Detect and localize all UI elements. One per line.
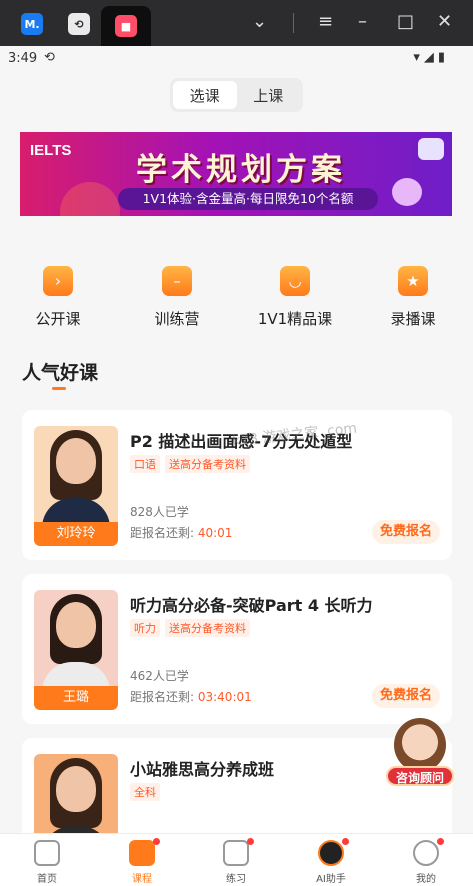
book-icon [223,838,254,866]
minimize-icon[interactable]: – [358,11,367,33]
promo-banner[interactable]: IELTS 学术规划方案 1V1体验·含金量高·每日限免10个名额 [20,132,452,216]
banner-title: 学术规划方案 [136,152,346,188]
teacher-face [56,766,96,812]
nav-label: 首页 [37,874,57,885]
countdown: 03:40:01 [197,690,252,704]
chat-icon: ◡ [280,266,310,296]
emulator-top-bar: M. ⟲ ■ ⌄ ≡ – □ ✕ [0,0,473,46]
badge-dot [247,838,254,845]
course-tag: 听力 [130,619,160,637]
robot-icon [318,838,349,866]
nav-course[interactable]: 课程 [112,838,172,885]
battery-icon: ▮ [437,50,445,65]
banner-logo: IELTS [30,142,72,159]
category-recorded[interactable]: ★ 录播课 [363,266,463,329]
course-tag: 口语 [130,455,160,473]
consult-label: 咨询顾问 [386,766,454,786]
play-icon: › [43,266,73,296]
status-bar: 3:49 ⟲ ▾ ◢ ▮ [0,46,473,72]
banner-decoration [60,182,120,216]
sync-icon: ⟲ [44,50,55,65]
sync-app-icon[interactable]: ⟲ [68,13,90,35]
remaining-time: 距报名还剩: 03:40:01 [130,688,252,705]
course-tags: 听力 送高分备考资料 [130,619,250,637]
remaining-time: 距报名还剩: 40:01 [130,524,232,541]
category-label: 录播课 [390,310,436,328]
category-1v1[interactable]: ◡ 1V1精品课 [245,266,345,329]
section-title: 人气好课 [22,362,99,384]
status-time: 3:49 [8,51,38,66]
nav-label: 课程 [132,874,152,885]
segment-attend-class[interactable]: 上课 [237,81,301,109]
course-tag: 送高分备考资料 [165,455,250,473]
menu-icon[interactable]: ≡ [318,11,333,33]
chevron-down-icon[interactable]: ⌄ [252,11,267,33]
signal-icon: ◢ [423,50,434,65]
chat-bubble-icon [418,138,444,160]
teacher-photo: 刘玲玲 [34,426,118,546]
course-title: P2 描述出画面感-7分无处遁型 [130,432,353,451]
nav-practice[interactable]: 练习 [206,838,266,885]
nav-label: AI助手 [316,874,346,885]
course-tag: 送高分备考资料 [165,619,250,637]
divider [293,13,294,33]
remaining-label: 距报名还剩: [130,526,198,540]
course-tags: 口语 送高分备考资料 [130,455,250,473]
profile-icon [413,838,444,866]
course-tag: 全科 [130,783,160,801]
nav-profile[interactable]: 我的 [396,838,456,885]
wifi-icon: ▾ [413,50,420,65]
active-app-icon[interactable]: ■ [115,15,137,37]
nav-home[interactable]: 首页 [17,840,77,885]
bottom-nav: 首页 课程 练习 AI助手 我的 [0,833,473,886]
remaining-label: 距报名还剩: [130,690,198,704]
countdown: 40:01 [197,526,233,540]
course-card[interactable]: 刘玲玲 P2 描述出画面感-7分无处遁型 口语 送高分备考资料 828人已学 距… [22,410,452,560]
teacher-face [56,438,96,484]
nav-label: 我的 [416,874,436,885]
course-card[interactable]: 王璐 听力高分必备-突破Part 4 长听力 听力 送高分备考资料 462人已学… [22,574,452,724]
star-icon: ★ [398,266,428,296]
nav-label: 练习 [226,874,246,885]
teacher-name: 刘玲玲 [34,522,118,546]
free-signup-button[interactable]: 免费报名 [372,520,440,544]
close-icon[interactable]: ✕ [437,11,452,33]
teacher-photo: 王璐 [34,590,118,710]
section-underline [52,387,66,390]
advisor-avatar [394,718,446,772]
consult-advisor-button[interactable]: 咨询顾问 [386,718,456,788]
home-icon [34,840,60,866]
category-open-class[interactable]: › 公开课 [8,266,108,329]
category-nav: › 公开课 – 训练营 ◡ 1V1精品课 ★ 录播课 [0,266,473,330]
teacher-face [56,602,96,648]
badge-dot [437,838,444,845]
badge-dot [342,838,349,845]
hand-icon [392,178,422,206]
category-training-camp[interactable]: – 训练营 [127,266,227,329]
learned-count: 828人已学 [130,505,189,519]
teacher-name: 王璐 [34,686,118,710]
maximize-icon[interactable]: □ [397,11,414,33]
course-title: 小站雅思高分养成班 [130,760,275,779]
banner-subtitle: 1V1体验·含金量高·每日限免10个名额 [118,188,378,210]
category-label: 1V1精品课 [257,310,333,328]
category-label: 公开课 [35,310,81,328]
nav-ai-assistant[interactable]: AI助手 [301,838,361,885]
course-icon [129,838,160,866]
status-icons: ▾ ◢ ▮ [413,50,445,65]
app-icon-blue[interactable]: M. [21,13,43,35]
course-tags: 全科 [130,783,160,801]
segment-select-course[interactable]: 选课 [173,81,237,109]
learned-count: 462人已学 [130,669,189,683]
badge-dot [153,838,160,845]
clipboard-icon: – [162,266,192,296]
category-label: 训练营 [154,310,200,328]
course-title: 听力高分必备-突破Part 4 长听力 [130,596,373,615]
free-signup-button[interactable]: 免费报名 [372,684,440,708]
segment-control: 选课 上课 [170,78,303,112]
